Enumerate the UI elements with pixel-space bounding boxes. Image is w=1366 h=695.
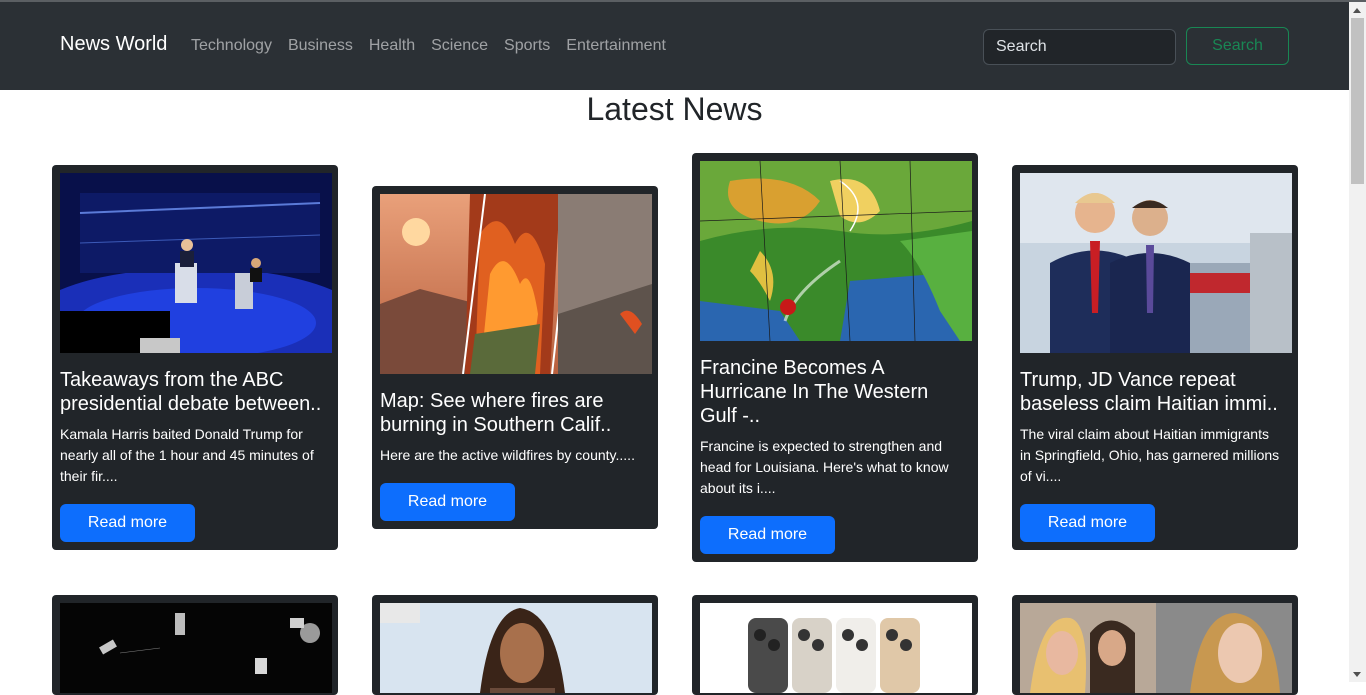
news-title[interactable]: Francine Becomes A Hurricane In The West… <box>700 356 970 428</box>
page-scrollbar[interactable] <box>1349 2 1366 682</box>
scroll-thumb[interactable] <box>1351 18 1364 184</box>
news-card: Francine Becomes A Hurricane In The West… <box>692 153 978 562</box>
news-description: Francine is expected to strengthen and h… <box>700 438 949 496</box>
news-card <box>52 595 338 695</box>
scroll-down-arrow-icon[interactable] <box>1353 672 1361 677</box>
news-image-celebrities <box>1020 603 1292 693</box>
nav-links: Technology Business Health Science Sport… <box>191 37 682 55</box>
nav-link-entertainment[interactable]: Entertainment <box>566 37 666 55</box>
news-card <box>692 595 978 695</box>
search-button[interactable]: Search <box>1186 27 1289 65</box>
news-image-phones <box>700 603 972 693</box>
news-card: Takeaways from the ABC presidential deba… <box>52 165 338 550</box>
navbar: News World Technology Business Health Sc… <box>0 2 1349 90</box>
news-description: Kamala Harris baited Donald Trump for ne… <box>60 426 314 484</box>
nav-link-sports[interactable]: Sports <box>504 37 550 55</box>
search-input[interactable] <box>983 29 1176 65</box>
news-image-celebrity <box>380 603 652 693</box>
news-card <box>372 595 658 695</box>
news-image-debate <box>60 173 332 353</box>
news-card: Map: See where fires are burning in Sout… <box>372 186 658 529</box>
news-description: Here are the active wildfires by county.… <box>380 447 635 463</box>
news-title[interactable]: Trump, JD Vance repeat baseless claim Ha… <box>1020 368 1290 416</box>
news-image-hurricane-map <box>700 161 972 341</box>
news-image-space <box>60 603 332 693</box>
news-image-wildfire <box>380 194 652 374</box>
news-image-politicians <box>1020 173 1292 353</box>
nav-link-business[interactable]: Business <box>288 37 353 55</box>
news-description: The viral claim about Haitian immigrants… <box>1020 426 1280 484</box>
nav-link-technology[interactable]: Technology <box>191 37 272 55</box>
read-more-button[interactable]: Read more <box>380 483 515 521</box>
read-more-button[interactable]: Read more <box>60 504 195 542</box>
nav-link-health[interactable]: Health <box>369 37 415 55</box>
read-more-button[interactable]: Read more <box>700 516 835 554</box>
scroll-up-arrow-icon[interactable] <box>1353 8 1361 13</box>
news-card: Trump, JD Vance repeat baseless claim Ha… <box>1012 165 1298 550</box>
page-heading: Latest News <box>586 91 763 127</box>
brand-logo[interactable]: News World <box>60 33 167 56</box>
news-card <box>1012 595 1298 695</box>
read-more-button[interactable]: Read more <box>1020 504 1155 542</box>
nav-link-science[interactable]: Science <box>431 37 488 55</box>
news-title[interactable]: Takeaways from the ABC presidential deba… <box>60 368 330 416</box>
news-title[interactable]: Map: See where fires are burning in Sout… <box>380 389 650 437</box>
